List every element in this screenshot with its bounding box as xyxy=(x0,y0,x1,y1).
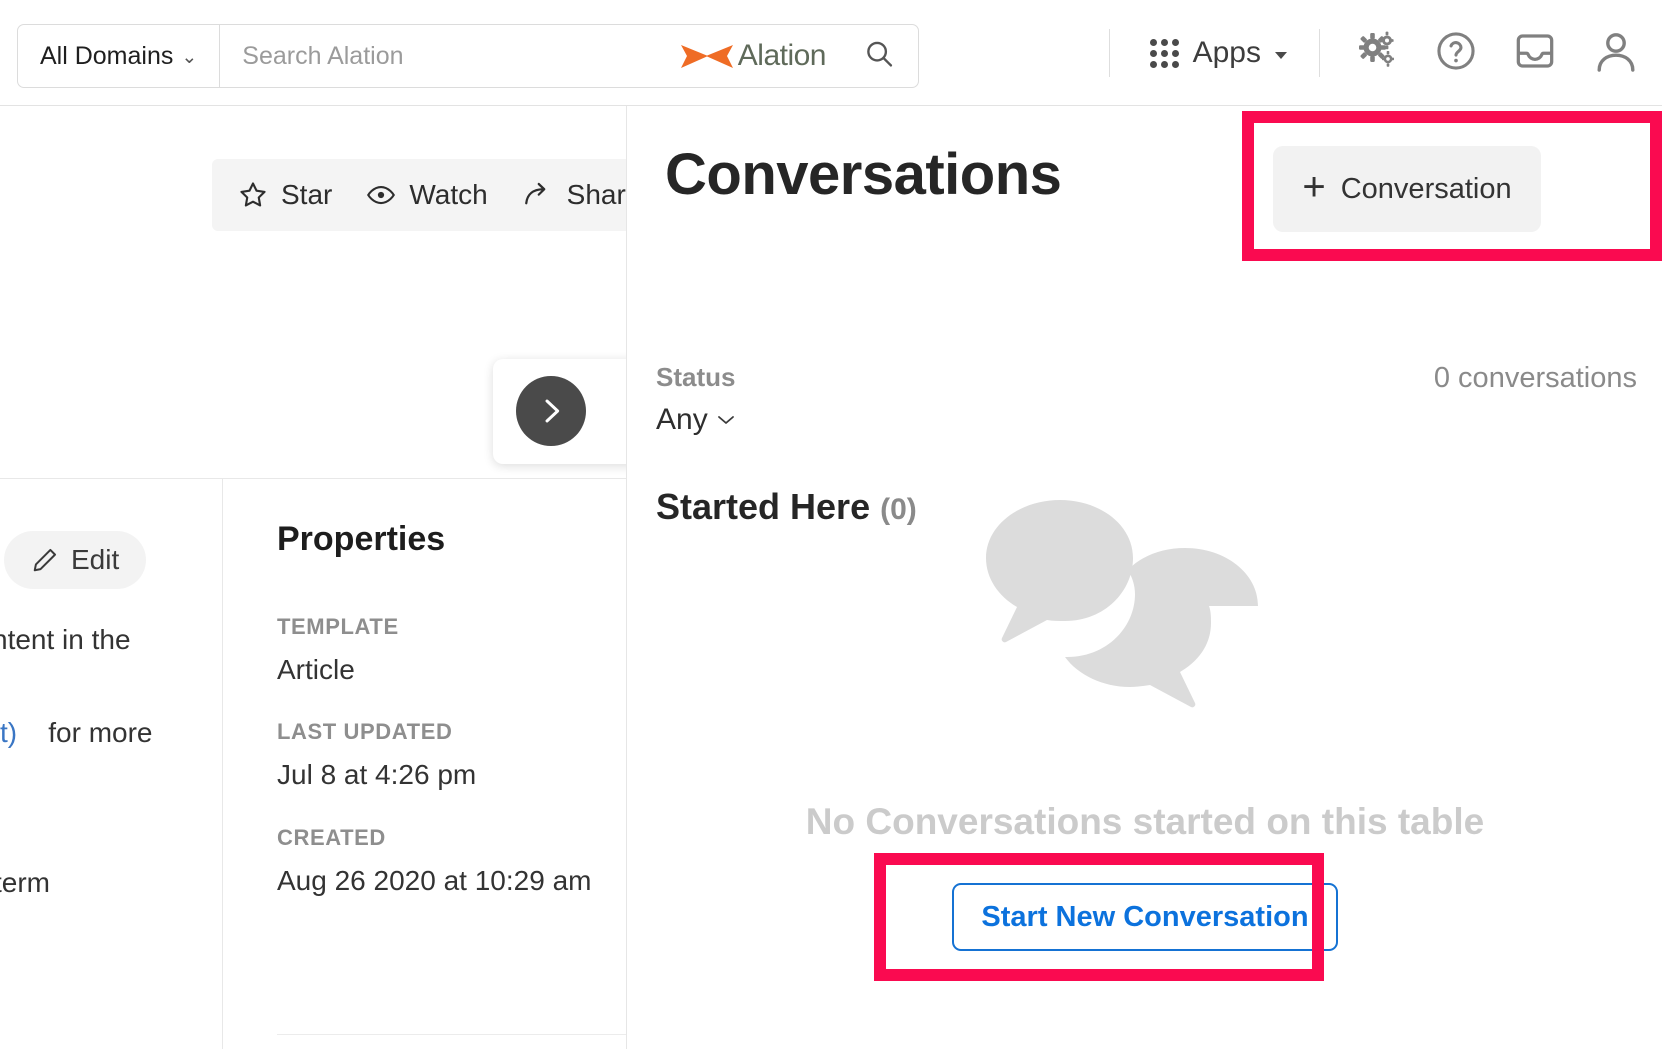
share-button[interactable]: Share xyxy=(522,179,626,211)
global-search-bar: All Domains ⌄ Alation xyxy=(17,24,919,88)
started-here-heading: Started Here (0) xyxy=(656,486,917,528)
started-here-count: (0) xyxy=(880,493,917,526)
chevron-right-icon xyxy=(545,399,560,423)
status-filter-value: Any xyxy=(656,403,708,436)
article-body-line-2-rest: for more xyxy=(48,717,153,748)
properties-rule xyxy=(277,1034,626,1035)
property-value-template: Article xyxy=(277,654,355,685)
alation-wordmark: Alation xyxy=(737,39,827,72)
apps-grid-icon xyxy=(1149,38,1179,68)
watch-button[interactable]: Watch xyxy=(366,179,488,211)
properties-divider xyxy=(222,478,223,1049)
question-circle-icon[interactable] xyxy=(1434,29,1478,78)
plus-icon: + xyxy=(1302,165,1326,209)
chevron-down-icon: ⌄ xyxy=(181,46,198,68)
apps-menu[interactable]: Apps xyxy=(1108,29,1319,77)
user-avatar-icon[interactable] xyxy=(1592,27,1640,80)
gears-icon[interactable] xyxy=(1356,31,1400,76)
properties-title: Properties xyxy=(277,520,446,558)
next-item-button[interactable] xyxy=(516,376,586,446)
utility-icons xyxy=(1319,29,1640,77)
next-item-card xyxy=(493,359,626,464)
search-icon[interactable] xyxy=(864,39,894,74)
search-field-wrapper: Alation xyxy=(220,25,918,87)
add-conversation-label: Conversation xyxy=(1340,172,1512,205)
eye-icon xyxy=(367,185,396,205)
alation-mark-icon xyxy=(680,45,733,68)
add-conversation-button[interactable]: + Conversation xyxy=(1273,146,1541,232)
article-body-line-2: st) for more xyxy=(0,717,152,749)
star-icon xyxy=(240,182,266,207)
apps-menu-label: Apps xyxy=(1192,36,1261,69)
domain-selector-label: All Domains xyxy=(40,41,174,70)
page-title: Conversations xyxy=(665,142,1062,207)
speech-bubbles-icon xyxy=(928,486,1258,746)
property-value-created: Aug 26 2020 at 10:29 am xyxy=(277,865,592,896)
star-button-label: Star xyxy=(281,179,333,210)
watch-button-label: Watch xyxy=(409,179,488,210)
section-divider xyxy=(0,478,626,479)
empty-state-message: No Conversations started on this table xyxy=(805,801,1485,842)
article-body-line-1: ntent in the xyxy=(0,624,131,655)
start-new-conversation-button[interactable]: Start New Conversation xyxy=(952,883,1338,951)
topbar-right-cluster: Apps xyxy=(1108,0,1640,106)
domain-selector[interactable]: All Domains ⌄ xyxy=(18,25,221,87)
article-body-link[interactable]: st) xyxy=(0,717,17,748)
property-label-last-updated: LAST UPDATED xyxy=(277,719,453,744)
chevron-down-icon xyxy=(717,416,734,424)
status-filter-label: Status xyxy=(656,362,736,392)
edit-button-label: Edit xyxy=(71,544,120,575)
property-label-template: TEMPLATE xyxy=(277,614,399,639)
inbox-icon[interactable] xyxy=(1512,28,1558,79)
article-action-toolbar: Star Watch Share xyxy=(212,159,626,231)
conversations-panel: Conversations + Conversation 0 conversat… xyxy=(628,106,1662,1049)
status-filter-dropdown[interactable]: Any xyxy=(656,403,735,437)
property-label-created: CREATED xyxy=(277,825,386,850)
catalog-article-pane: Star Watch Share Edit xyxy=(0,106,627,1049)
started-here-label: Started Here xyxy=(656,486,871,527)
property-value-last-updated: Jul 8 at 4:26 pm xyxy=(277,759,477,790)
share-button-label: Share xyxy=(566,179,626,210)
article-body-line-3: term xyxy=(0,867,50,898)
star-button[interactable]: Star xyxy=(238,179,332,211)
conversation-count: 0 conversations xyxy=(1433,362,1637,394)
pencil-icon xyxy=(33,548,57,572)
share-arrow-icon xyxy=(524,182,546,205)
edit-button[interactable]: Edit xyxy=(4,531,147,589)
alation-logo: Alation xyxy=(678,39,840,73)
chevron-down-icon xyxy=(1275,51,1287,59)
top-navigation-bar: All Domains ⌄ Alation xyxy=(0,0,1662,106)
